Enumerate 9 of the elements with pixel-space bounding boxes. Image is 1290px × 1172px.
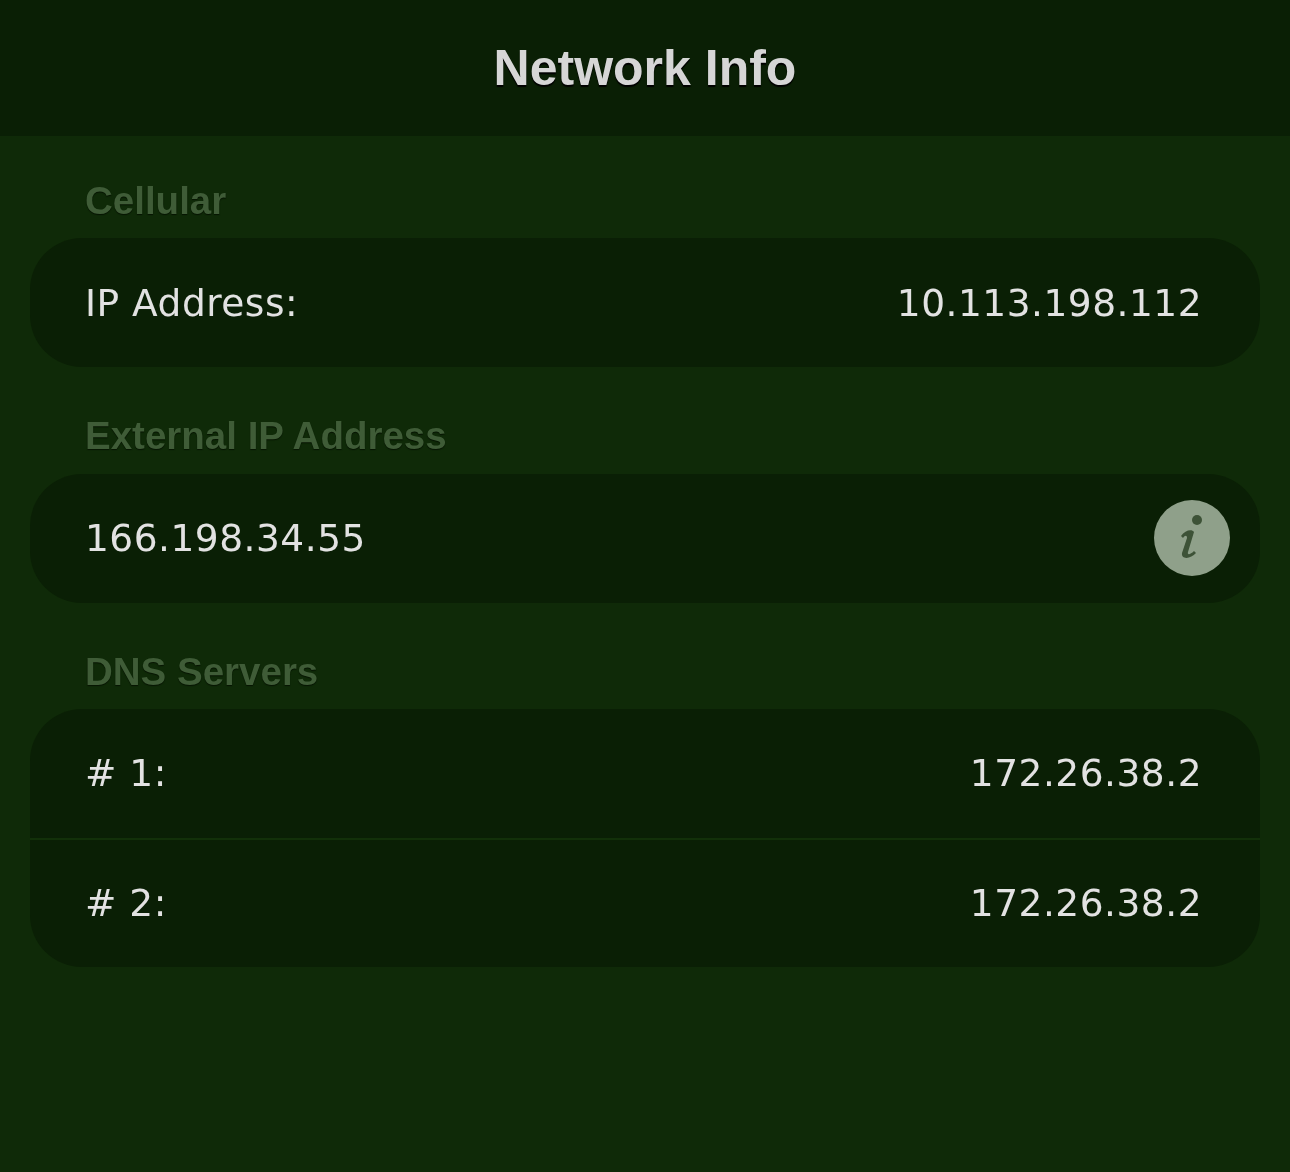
info-icon[interactable] [1154,500,1230,577]
row-label: # 2: [85,880,167,928]
row-label: IP Address: [85,279,299,327]
row-value: 166.198.34.55 [85,515,366,563]
row-value: 10.113.198.112 [896,279,1202,327]
row-value: 172.26.38.2 [969,880,1202,928]
navigation-title: Network Info [493,40,797,96]
row-label: # 1: [85,750,167,798]
row-value: 172.26.38.2 [969,750,1202,798]
